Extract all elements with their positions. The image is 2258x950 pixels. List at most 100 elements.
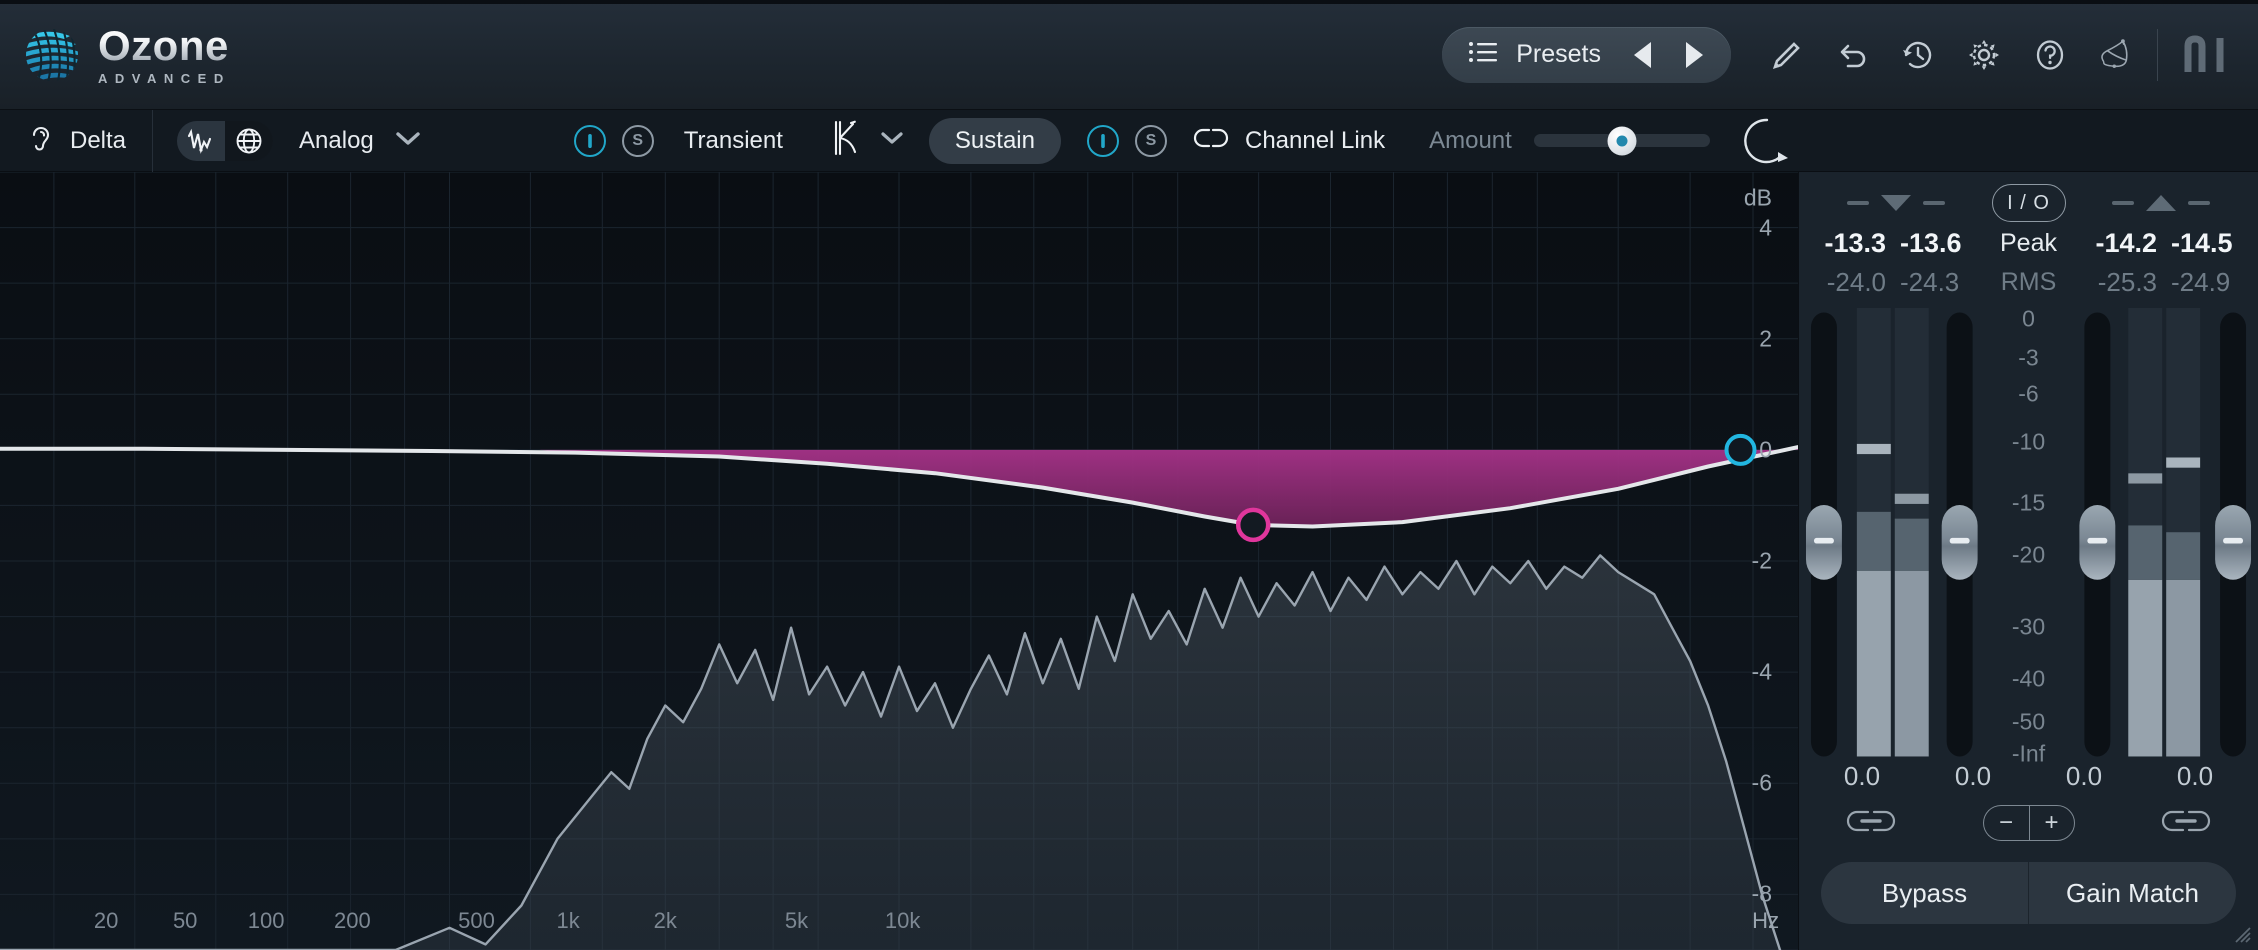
y-axis-title: dB: [1743, 184, 1772, 211]
y-axis-tick: -8: [1751, 880, 1772, 907]
input-rms-left: -24.0: [1826, 267, 1886, 297]
pencil-icon[interactable]: [1767, 36, 1805, 74]
chevron-down-icon[interactable]: [879, 130, 905, 151]
x-axis-tick: 500: [458, 908, 495, 933]
channel-link-label: Channel Link: [1244, 126, 1386, 154]
x-axis-tick: 50: [172, 908, 198, 933]
header-controls: Presets: [1442, 26, 2258, 83]
x-axis-tick: 1k: [556, 908, 580, 933]
undo-icon[interactable]: [1833, 36, 1871, 74]
meter-arrow-row: I / O: [1799, 184, 2258, 222]
delta-button[interactable]: Delta: [0, 121, 152, 160]
transient-shape-icon: [831, 118, 865, 163]
next-preset-icon[interactable]: [1671, 32, 1717, 78]
meter-scale-tick: -50: [2011, 708, 2046, 735]
reset-knob-icon[interactable]: [1740, 114, 1794, 168]
previous-preset-icon[interactable]: [1619, 32, 1665, 78]
output-link-icon[interactable]: [2158, 806, 2214, 841]
ozone-logo-icon: [24, 27, 80, 83]
x-axis-tick: 2k: [653, 908, 677, 933]
y-axis-tick: 0: [1759, 436, 1772, 463]
output-trim-arrow[interactable]: [2086, 195, 2236, 211]
io-toggle-button[interactable]: I / O: [1991, 184, 2066, 222]
x-axis-tick: 10k: [884, 908, 921, 933]
meter-scale-tick: -40: [2011, 665, 2046, 692]
y-axis-tick: 4: [1759, 214, 1772, 241]
graph-canvas: [0, 172, 1798, 950]
mode-dropdown[interactable]: Analog: [299, 127, 422, 155]
io-meter-panel: I / O -13.3 -13.6 Peak -14.2 -14.5 -24.0…: [1798, 172, 2258, 950]
transient-bypass-button[interactable]: [573, 124, 606, 157]
amount-slider[interactable]: [1533, 126, 1710, 155]
x-axis-tick: 20: [93, 908, 119, 933]
dash-right-icon: [2188, 201, 2210, 205]
meter-bars-area[interactable]: 0 -3 -6 -10 -15 -20 -30 -40 -50 -Inf: [1799, 305, 2258, 767]
amount-slider-thumb[interactable]: [1607, 126, 1637, 155]
waveform-icon[interactable]: [177, 120, 226, 161]
output-gain-left[interactable]: 0.0: [2049, 761, 2119, 792]
bypass-button[interactable]: Bypass: [1821, 862, 2028, 924]
meter-scale-tick: 0: [2022, 305, 2035, 332]
input-gain-left[interactable]: 0.0: [1827, 761, 1897, 792]
eq-spectrum-graph[interactable]: dB 4 2 0 -2 -4 -6 -8 20 50 100 200 500 1k 2k 5k 10k Hz: [0, 172, 1798, 950]
input-link-icon[interactable]: [1843, 806, 1899, 841]
peak-label: Peak: [2000, 229, 2057, 257]
presets-label: Presets: [1516, 40, 1601, 68]
y-axis-tick: -6: [1751, 769, 1772, 796]
channel-link-button[interactable]: Channel Link: [1193, 127, 1385, 155]
amount-label: Amount: [1429, 126, 1512, 154]
rms-label: RMS: [2000, 268, 2057, 296]
ear-icon: [26, 121, 56, 160]
dash-right-icon: [1923, 201, 1945, 205]
mode-label: Analog: [299, 126, 374, 154]
input-gain-right[interactable]: 0.0: [1938, 761, 2008, 792]
header-icon-group: [1767, 36, 2135, 74]
x-axis-unit: Hz: [1752, 908, 1780, 933]
gain-match-button[interactable]: Gain Match: [2028, 862, 2236, 924]
gain-increase-button[interactable]: +: [2028, 805, 2075, 841]
footer-buttons: Bypass Gain Match: [1799, 862, 2258, 950]
output-peak-values: -14.2 -14.5: [2088, 228, 2240, 259]
transient-label: Transient: [683, 126, 783, 154]
dash-left-icon: [2112, 201, 2134, 205]
meter-scale-tick: -20: [2011, 541, 2046, 568]
shape-selector[interactable]: [831, 118, 905, 163]
meter-scale-tick: -30: [2011, 613, 2046, 640]
header-divider: [2157, 28, 2158, 81]
app-edition: ADVANCED: [98, 70, 231, 86]
output-rms-values: -25.3 -24.9: [2088, 267, 2240, 298]
sustain-solo-button[interactable]: S: [1134, 124, 1167, 157]
delta-label: Delta: [70, 126, 127, 154]
input-trim-arrow[interactable]: [1821, 195, 1971, 211]
globe-icon[interactable]: [225, 120, 274, 161]
output-gain-right[interactable]: 0.0: [2160, 761, 2230, 792]
meter-scale-tick: -Inf: [2011, 740, 2046, 767]
resize-grip[interactable]: [2228, 920, 2252, 944]
meter-header: I / O -13.3 -13.6 Peak -14.2 -14.5 -24.0…: [1799, 172, 2258, 298]
gain-decrease-button[interactable]: −: [1982, 805, 2029, 841]
chevron-down-icon[interactable]: [394, 129, 422, 152]
sustain-tab[interactable]: Sustain: [928, 117, 1061, 164]
gear-icon[interactable]: [1965, 36, 2003, 74]
amount-control: Amount: [1429, 126, 1710, 155]
output-peak-left: -14.2: [2095, 228, 2157, 258]
sustain-bypass-button[interactable]: [1086, 124, 1119, 157]
meter-scale-tick: -3: [2018, 344, 2039, 371]
meter-scale-tick: -10: [2011, 428, 2046, 455]
app-title: Ozone: [98, 21, 229, 69]
triangle-down-icon[interactable]: [1881, 195, 1911, 211]
history-icon[interactable]: [1899, 36, 1937, 74]
input-rms-right: -24.3: [1900, 267, 1960, 297]
meter-scale-tick: -15: [2011, 489, 2046, 516]
transient-solo-button[interactable]: S: [621, 124, 654, 157]
y-axis-tick: 2: [1759, 325, 1772, 352]
view-mode-toggle[interactable]: [177, 120, 274, 161]
izotope-logo-icon[interactable]: [2097, 36, 2135, 74]
help-icon[interactable]: [2031, 36, 2069, 74]
meters-canvas: [1805, 308, 2252, 757]
presets-button[interactable]: Presets: [1442, 26, 1731, 83]
triangle-up-icon[interactable]: [2146, 195, 2176, 211]
gain-stepper: − +: [1982, 805, 2075, 841]
sustain-band-group: S: [1086, 124, 1167, 157]
x-axis-tick: 100: [247, 908, 285, 933]
